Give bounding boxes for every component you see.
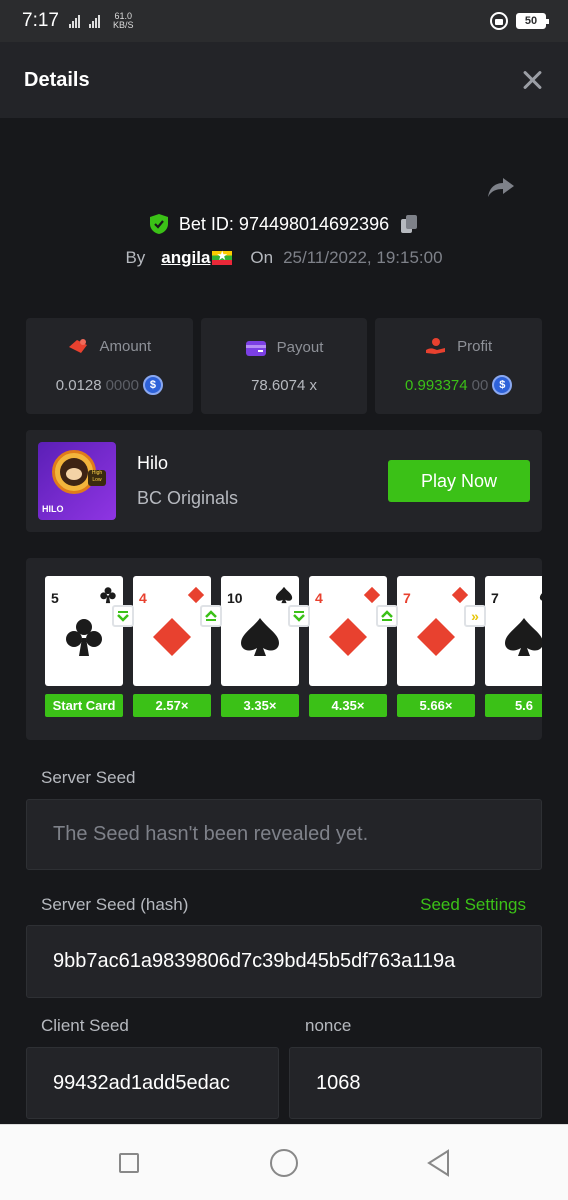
multiplier-badge: 5.66×	[397, 694, 475, 717]
usdc-coin-icon: $	[142, 375, 163, 395]
playing-card: 5	[45, 576, 123, 686]
status-time: 7:17	[22, 10, 59, 31]
usdc-coin-icon: $	[492, 375, 513, 395]
nonce-field[interactable]: 1068	[289, 1047, 542, 1119]
recents-icon[interactable]	[119, 1153, 139, 1173]
bet-date: 25/11/2022, 19:15:00	[283, 248, 443, 267]
server-seed-hash-label: Server Seed (hash)	[41, 895, 189, 914]
game-card: High Low HILO Hilo BC Originals Play Now	[26, 430, 542, 532]
play-now-button[interactable]: Play Now	[388, 460, 530, 502]
profit-stat: Profit 0.993374 00 $	[375, 318, 543, 414]
details-header: Details	[0, 42, 568, 118]
back-icon[interactable]	[426, 1149, 452, 1177]
myanmar-flag-icon	[212, 248, 233, 265]
bet-id: Bet ID: 974498014692396	[178, 213, 390, 234]
diamonds-suit-icon	[329, 618, 367, 656]
by-label: By	[125, 248, 146, 267]
profit-label: Profit	[457, 337, 493, 355]
amount-label: Amount	[99, 337, 152, 355]
amount-value-zeros: 0000	[105, 376, 139, 394]
bet-id-row: Bet ID: 974498014692396	[0, 213, 568, 235]
amount-stat: Amount 0.0128 0000 $	[26, 318, 193, 414]
payout-label: Payout	[276, 339, 324, 356]
playing-card: 7	[485, 576, 542, 686]
battery-icon: 50	[516, 13, 549, 29]
network-speed: 61.0 KB/S	[112, 11, 134, 30]
username-link[interactable]: angila	[161, 248, 210, 268]
card-rank: 5	[51, 590, 59, 606]
lock-rotation-icon	[490, 12, 508, 30]
client-seed-label: Client Seed	[41, 1016, 129, 1035]
card-rank: 7	[403, 590, 411, 606]
amount-icon	[69, 339, 88, 353]
payout-stat: Payout 78.6074 x	[200, 318, 368, 414]
card-rank: 10	[227, 590, 243, 606]
close-button[interactable]	[520, 68, 544, 92]
page-title: Details	[24, 68, 90, 91]
game-provider: BC Originals	[137, 488, 239, 508]
clubs-suit-icon	[66, 619, 102, 656]
card-rank: 7	[491, 590, 499, 606]
lower-arrow-icon	[288, 605, 310, 627]
hilo-thumbnail[interactable]: High Low HILO	[38, 442, 116, 520]
amount-value: 0.0128	[55, 376, 102, 394]
client-seed-field[interactable]: 99432ad1add5edac	[26, 1047, 279, 1119]
lower-arrow-icon	[112, 605, 134, 627]
game-name: Hilo	[137, 453, 169, 473]
multiplier-badge: 5.6	[485, 694, 542, 717]
profit-value: 0.993374	[405, 376, 468, 394]
card-rank: 4	[315, 590, 323, 606]
spades-suit-icon	[275, 586, 293, 604]
home-icon[interactable]	[270, 1149, 298, 1177]
spades-suit-icon	[505, 618, 542, 656]
spades-suit-icon	[241, 618, 279, 656]
cards-history: 5 Start Card 4 2.57× 10 3.35× 4 4.35× 7 5.66× 7 5.6…	[26, 558, 542, 740]
higher-arrow-icon	[376, 605, 398, 627]
playing-card: 4	[133, 576, 211, 686]
on-label: On	[250, 248, 274, 267]
system-nav-bar	[0, 1124, 568, 1200]
multiplier-badge: Start Card	[45, 694, 123, 717]
skip-arrow-icon: »	[464, 605, 486, 627]
spades-suit-icon	[539, 593, 542, 601]
wallet-icon	[245, 340, 266, 356]
status-bar: 7:17 61.0 KB/S 50	[0, 0, 568, 42]
diamonds-suit-icon	[363, 586, 381, 604]
bet-meta-row: By angila On 25/11/2022, 19:15:00	[0, 248, 568, 268]
server-seed-hash-field[interactable]: 9bb7ac61a9839806d7c39bd45b5df763a119a	[26, 925, 542, 998]
share-icon[interactable]	[486, 172, 516, 202]
higher-arrow-icon	[200, 605, 222, 627]
copy-icon[interactable]	[399, 213, 419, 235]
profit-icon	[426, 338, 446, 354]
playing-card: 10	[221, 576, 299, 686]
diamonds-suit-icon	[451, 586, 469, 604]
payout-value: 78.6074 x	[251, 376, 317, 394]
thumb-tag: HILO	[42, 504, 64, 514]
signal-icon	[68, 14, 105, 28]
card-rank: 4	[139, 590, 147, 606]
thumb-mini-label: High Low	[88, 470, 106, 486]
seed-settings-link[interactable]: Seed Settings	[420, 895, 526, 915]
server-seed-label: Server Seed	[41, 768, 136, 787]
multiplier-badge: 2.57×	[133, 694, 211, 717]
playing-card: 4	[309, 576, 387, 686]
diamonds-suit-icon	[187, 586, 205, 604]
multiplier-badge: 4.35×	[309, 694, 387, 717]
diamonds-suit-icon	[153, 618, 191, 656]
verified-shield-icon	[149, 214, 168, 234]
clubs-suit-icon	[100, 587, 116, 604]
diamonds-suit-icon	[417, 618, 455, 656]
server-seed-field: The Seed hasn't been revealed yet.	[26, 799, 542, 870]
bet-stats: Amount 0.0128 0000 $ Payout 78.6074 x Pro…	[26, 318, 543, 414]
playing-card: 7	[397, 576, 475, 686]
nonce-label: nonce	[305, 1016, 352, 1035]
profit-value-zeros: 00	[471, 376, 489, 394]
multiplier-badge: 3.35×	[221, 694, 299, 717]
